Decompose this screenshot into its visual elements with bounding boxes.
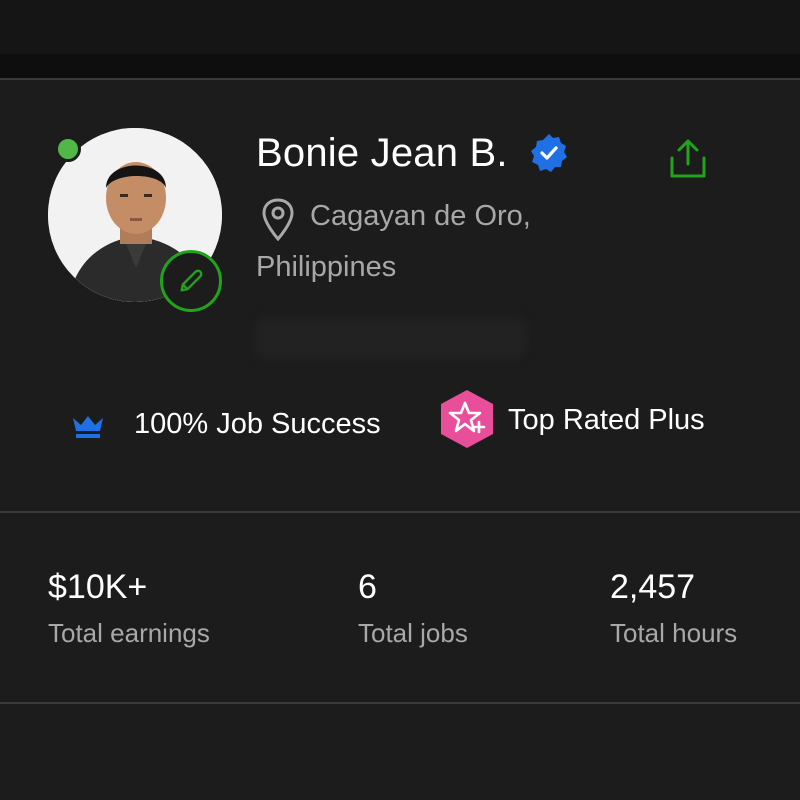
divider <box>0 78 800 80</box>
stat-total-earnings: $10K+ Total earnings <box>48 566 210 649</box>
profile-name: Bonie Jean B. <box>256 130 508 175</box>
share-icon[interactable] <box>664 136 712 184</box>
location-pin-icon <box>262 198 294 241</box>
stat-label: Total hours <box>610 618 738 648</box>
top-rated-label: Top Rated Plus <box>508 404 705 436</box>
top-bar <box>0 0 800 78</box>
crown-icon <box>73 416 103 438</box>
avatar-container <box>48 128 224 312</box>
stat-total-jobs: 6 Total jobs <box>358 566 468 649</box>
profile-screen: Bonie Jean B. Cagayan de Oro, Philippine… <box>0 0 800 800</box>
blurred-text <box>256 318 526 358</box>
name-row: Bonie Jean B. <box>256 128 570 178</box>
top-bar-band <box>0 54 800 78</box>
stat-label: Total earnings <box>48 618 210 648</box>
stat-value: $10K+ <box>48 568 148 606</box>
divider <box>0 702 800 704</box>
stat-value: 2,457 <box>610 568 696 606</box>
stat-label: Total jobs <box>358 618 468 648</box>
job-success-label: 100% Job Success <box>134 408 381 440</box>
location-city: Cagayan de Oro, <box>310 200 531 232</box>
stat-value: 6 <box>358 568 377 606</box>
top-rated-plus-icon <box>441 390 493 448</box>
verified-badge-icon <box>530 134 567 172</box>
pencil-icon <box>180 269 203 292</box>
divider <box>0 511 800 513</box>
location-country: Philippines <box>256 251 397 283</box>
stat-total-hours: 2,457 Total hours <box>610 566 737 649</box>
online-status-dot <box>55 136 81 162</box>
edit-photo-button[interactable] <box>160 250 222 312</box>
